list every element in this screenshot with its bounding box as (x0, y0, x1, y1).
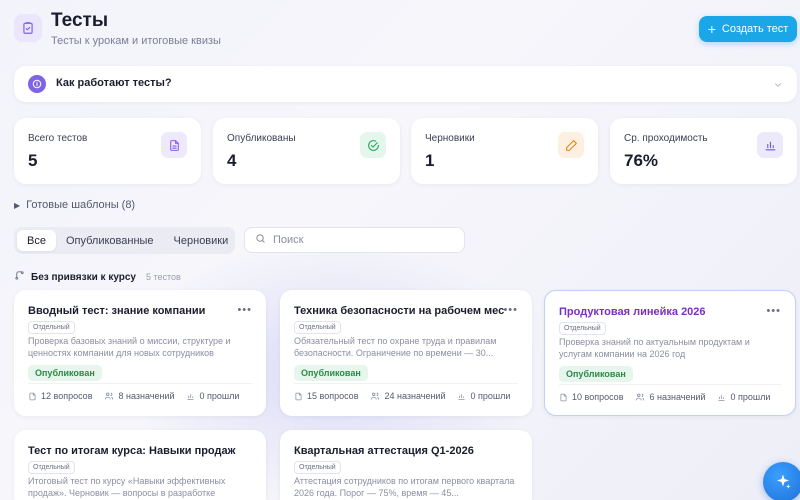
card-meta: 10 вопросов 6 назначений 0 прошли (559, 392, 770, 402)
create-test-label: Создать тест (721, 23, 789, 35)
meta-questions: 10 вопросов (559, 392, 623, 402)
search-input[interactable] (273, 234, 453, 246)
test-card[interactable]: Продуктовая линейка 2026 ••• Отдельный П… (544, 290, 796, 416)
tab-drafts[interactable]: Черновики (164, 230, 239, 251)
ai-assistant-button[interactable] (763, 462, 800, 500)
test-card[interactable]: Вводный тест: знание компании ••• Отдель… (14, 290, 266, 416)
bar-chart-icon (458, 393, 465, 400)
file-icon (295, 392, 302, 400)
meta-assignments: 24 назначений (370, 391, 445, 401)
stat-value: 1 (425, 151, 435, 170)
card-divider (559, 384, 781, 385)
users-icon (636, 393, 645, 401)
stat-value: 5 (28, 151, 38, 170)
card-divider (28, 383, 252, 384)
group-count: 5 тестов (146, 272, 181, 282)
more-options-icon[interactable]: ••• (237, 304, 252, 316)
status-badge: Опубликован (294, 365, 368, 381)
status-badge: Опубликован (559, 366, 633, 382)
card-description: Проверка базовых знаний о миссии, структ… (28, 336, 231, 358)
group-title: Без привязки к курсу (31, 271, 136, 283)
card-description: Проверка знаний по актуальным продуктам … (559, 337, 750, 359)
stat-label: Черновики (425, 133, 475, 144)
stat-label: Опубликованы (227, 133, 296, 144)
pencil-icon (558, 132, 584, 158)
caret-right-icon: ▶ (14, 200, 21, 210)
meta-passed: 0 прошли (186, 391, 239, 401)
stat-card-drafts: Черновики 1 (411, 118, 598, 184)
search-box (244, 227, 465, 253)
card-title: Техника безопасности на рабочем месте (294, 305, 504, 317)
card-divider (294, 383, 518, 384)
bar-chart-icon (187, 393, 194, 400)
meta-assignments: 6 назначений (635, 392, 705, 402)
card-tag: Отдельный (294, 321, 341, 334)
create-test-button[interactable]: + Создать тест (699, 16, 797, 42)
card-tag: Отдельный (294, 461, 341, 474)
card-tag: Отдельный (559, 322, 606, 335)
meta-passed: 0 прошли (457, 391, 510, 401)
bar-chart-icon (757, 132, 783, 158)
stat-card-pass-rate: Ср. проходимость 76% (610, 118, 797, 184)
file-icon (29, 392, 36, 400)
bar-chart-icon (718, 394, 725, 401)
card-title: Тест по итогам курса: Навыки продаж (28, 445, 236, 457)
search-icon (255, 231, 266, 249)
card-tag: Отдельный (28, 321, 75, 334)
card-title: Продуктовая линейка 2026 (559, 306, 706, 318)
test-card[interactable]: Тест по итогам курса: Навыки продаж Отде… (14, 430, 266, 500)
page-subtitle: Тесты к урокам и итоговые квизы (51, 35, 221, 47)
more-options-icon[interactable]: ••• (766, 305, 781, 317)
test-card[interactable]: Квартальная аттестация Q1-2026 Отдельный… (280, 430, 532, 500)
page-header: Тесты Тесты к урокам и итоговые квизы + … (14, 10, 800, 50)
meta-questions: 15 вопросов (294, 391, 358, 401)
card-description: Обязательный тест по охране труда и прав… (294, 336, 497, 358)
card-title: Вводный тест: знание компании (28, 305, 206, 317)
info-icon (28, 75, 46, 93)
stat-value: 4 (227, 151, 237, 170)
card-meta: 12 вопросов 8 назначений 0 прошли (28, 391, 239, 401)
chevron-down-icon (773, 77, 783, 95)
test-card[interactable]: Техника безопасности на рабочем месте ••… (280, 290, 532, 416)
document-icon (161, 132, 187, 158)
sparkle-icon (777, 474, 791, 489)
users-icon (371, 392, 380, 400)
card-meta: 15 вопросов 24 назначений 0 прошли (294, 391, 510, 401)
templates-toggle[interactable]: ▶ Готовые шаблоны (8) (14, 199, 135, 211)
stat-card-published: Опубликованы 4 (213, 118, 400, 184)
card-description: Итоговый тест по курсу «Навыки эффективн… (28, 476, 226, 498)
stat-label: Всего тестов (28, 133, 88, 144)
stat-card-total: Всего тестов 5 (14, 118, 201, 184)
branch-icon (14, 268, 25, 286)
status-badge: Опубликован (28, 365, 102, 381)
group-heading: Без привязки к курсу 5 тестов (14, 268, 181, 286)
plus-icon: + (707, 21, 716, 37)
card-title: Квартальная аттестация Q1-2026 (294, 445, 474, 457)
file-icon (560, 393, 567, 401)
meta-passed: 0 прошли (717, 392, 770, 402)
how-it-works-label: Как работают тесты? (56, 77, 172, 89)
templates-label: Готовые шаблоны (8) (26, 199, 136, 211)
clipboard-check-icon (14, 14, 42, 42)
tab-published[interactable]: Опубликованные (56, 230, 164, 251)
check-circle-icon (360, 132, 386, 158)
card-tag: Отдельный (28, 461, 75, 474)
meta-questions: 12 вопросов (28, 391, 92, 401)
card-description: Аттестация сотрудников по итогам первого… (294, 476, 515, 498)
page-title: Тесты (51, 10, 109, 31)
tab-all[interactable]: Все (17, 230, 56, 251)
stat-label: Ср. проходимость (624, 133, 708, 144)
how-it-works-accordion[interactable]: Как работают тесты? (14, 66, 797, 102)
meta-assignments: 8 назначений (104, 391, 174, 401)
stat-value: 76% (624, 151, 659, 170)
more-options-icon[interactable]: ••• (503, 304, 518, 316)
filter-tabs: Все Опубликованные Черновики (14, 227, 235, 254)
users-icon (105, 392, 114, 400)
